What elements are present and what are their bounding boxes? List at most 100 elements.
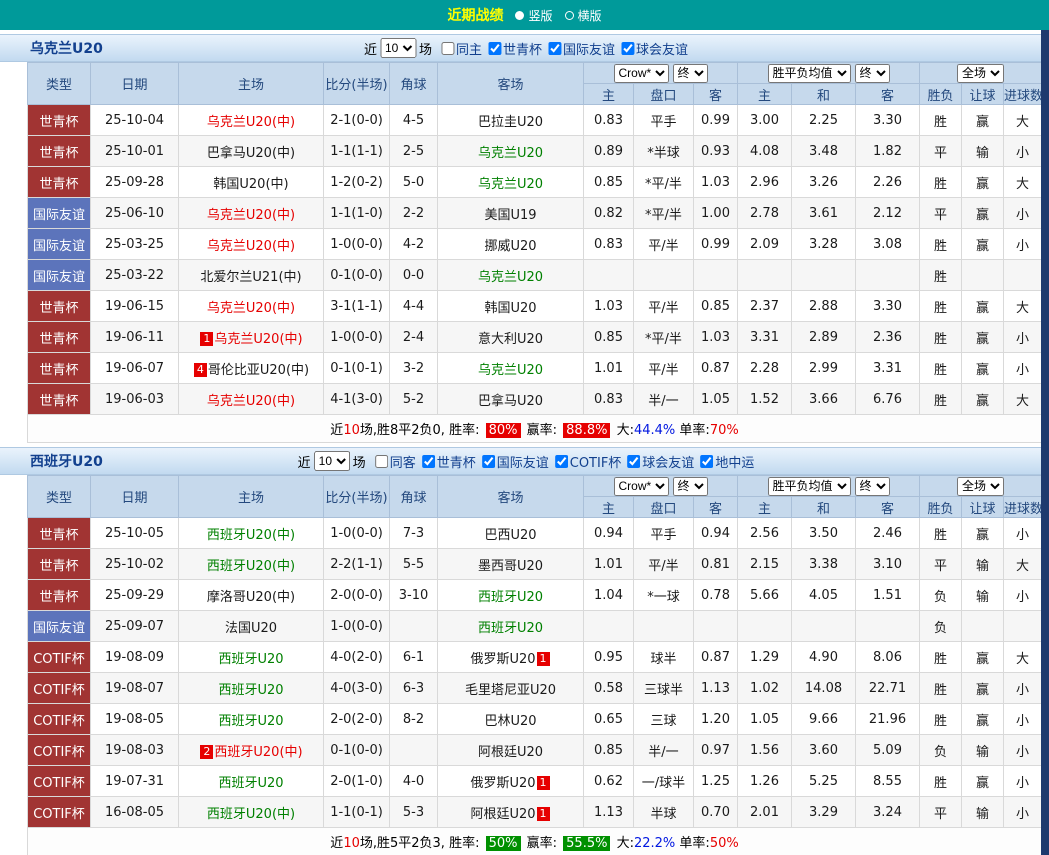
competition-filter[interactable]: 地中运 bbox=[700, 452, 754, 471]
europe-stage-select[interactable]: 终 bbox=[855, 64, 890, 83]
home-team-name[interactable]: 乌克兰U20(中) bbox=[207, 208, 295, 223]
odds-company-select[interactable]: Crow* bbox=[614, 64, 669, 83]
europe-odds-select[interactable]: 胜平负均值 bbox=[768, 64, 851, 83]
home-team-name[interactable]: 西班牙U20 bbox=[218, 776, 283, 791]
competition-filter-checkbox[interactable] bbox=[621, 42, 634, 55]
competition-filter-checkbox[interactable] bbox=[700, 455, 713, 468]
header-select-group: Crow*终 bbox=[584, 476, 738, 497]
competition-filter[interactable]: 国际友谊 bbox=[482, 452, 549, 471]
home-team-name[interactable]: 西班牙U20(中) bbox=[207, 528, 295, 543]
home-team-cell: 西班牙U20(中) bbox=[179, 797, 324, 828]
asian-odds-cell: 0.93 bbox=[694, 136, 738, 167]
asian-odds-cell: 1.03 bbox=[694, 322, 738, 353]
result-cell: 小 bbox=[1004, 229, 1042, 260]
home-team-cell: 巴拿马U20(中) bbox=[179, 136, 324, 167]
score-cell[interactable]: 0-1(0-1) bbox=[324, 353, 390, 384]
score-cell[interactable]: 0-1(0-0) bbox=[324, 260, 390, 291]
score-cell[interactable]: 1-2(0-2) bbox=[324, 167, 390, 198]
competition-cell: COTIF杯 bbox=[28, 642, 91, 673]
venue-filter-label: 同客 bbox=[390, 452, 416, 471]
competition-filter[interactable]: 世青杯 bbox=[488, 39, 542, 58]
match-count-select[interactable]: 10 bbox=[314, 451, 350, 471]
competition-filter-checkbox[interactable] bbox=[488, 42, 501, 55]
away-team-name[interactable]: 乌克兰U20 bbox=[478, 363, 543, 378]
date-cell: 19-08-03 bbox=[91, 735, 179, 766]
competition-filter[interactable]: 球会友谊 bbox=[627, 452, 694, 471]
home-team-name[interactable]: 乌克兰U20(中) bbox=[214, 332, 302, 347]
score-cell[interactable]: 2-1(0-0) bbox=[324, 105, 390, 136]
venue-filter-checkbox[interactable] bbox=[441, 42, 454, 55]
home-team-name[interactable]: 西班牙U20 bbox=[218, 683, 283, 698]
competition-filter-checkbox[interactable] bbox=[422, 455, 435, 468]
away-team-name[interactable]: 乌克兰U20 bbox=[478, 146, 543, 161]
odds-stage-select[interactable]: 终 bbox=[673, 64, 708, 83]
competition-filter[interactable]: COTIF杯 bbox=[555, 452, 622, 471]
right-scrollbar-strip[interactable] bbox=[1041, 30, 1049, 855]
score-cell[interactable]: 0-1(0-0) bbox=[324, 735, 390, 766]
score-cell[interactable]: 2-0(0-0) bbox=[324, 580, 390, 611]
home-team-name[interactable]: 西班牙U20(中) bbox=[207, 559, 295, 574]
match-count-select[interactable]: 10 bbox=[380, 38, 416, 58]
europe-odds-cell: 14.08 bbox=[792, 673, 856, 704]
away-team-name[interactable]: 乌克兰U20 bbox=[478, 177, 543, 192]
layout-radio-vertical[interactable]: 竖版 bbox=[515, 7, 552, 24]
competition-filter[interactable]: 球会友谊 bbox=[621, 39, 688, 58]
away-team-name[interactable]: 西班牙U20 bbox=[478, 621, 543, 636]
competition-filter-checkbox[interactable] bbox=[555, 455, 568, 468]
score-cell[interactable]: 2-0(1-0) bbox=[324, 766, 390, 797]
score-cell[interactable]: 1-0(0-0) bbox=[324, 322, 390, 353]
date-cell: 19-06-15 bbox=[91, 291, 179, 322]
score-cell[interactable]: 1-1(1-1) bbox=[324, 136, 390, 167]
summary-segment: 10 bbox=[343, 836, 360, 851]
venue-filter[interactable]: 同客 bbox=[375, 452, 416, 471]
score-cell[interactable]: 4-0(3-0) bbox=[324, 673, 390, 704]
home-team-name[interactable]: 西班牙U20(中) bbox=[207, 807, 295, 822]
home-team-name[interactable]: 西班牙U20(中) bbox=[214, 745, 302, 760]
europe-odds-select[interactable]: 胜平负均值 bbox=[768, 477, 851, 496]
home-team-name[interactable]: 西班牙U20 bbox=[218, 652, 283, 667]
home-team-name[interactable]: 乌克兰U20(中) bbox=[207, 239, 295, 254]
result-cell: 平 bbox=[920, 797, 962, 828]
europe-odds-cell: 3.60 bbox=[792, 735, 856, 766]
corner-cell: 7-3 bbox=[390, 518, 438, 549]
europe-stage-select[interactable]: 终 bbox=[855, 477, 890, 496]
sub-col-header: 客 bbox=[856, 84, 920, 105]
home-team-name: 哥伦比亚U20(中) bbox=[208, 363, 309, 378]
score-cell[interactable]: 2-0(2-0) bbox=[324, 704, 390, 735]
venue-filter[interactable]: 同主 bbox=[441, 39, 482, 58]
score-cell[interactable]: 4-0(2-0) bbox=[324, 642, 390, 673]
header-select-group: 全场 bbox=[920, 63, 1042, 84]
competition-filter-checkbox[interactable] bbox=[627, 455, 640, 468]
result-cell: 平 bbox=[920, 198, 962, 229]
score-cell[interactable]: 1-1(0-1) bbox=[324, 797, 390, 828]
home-team-name[interactable]: 乌克兰U20(中) bbox=[207, 115, 295, 130]
competition-filter[interactable]: 国际友谊 bbox=[548, 39, 615, 58]
score-cell[interactable]: 3-1(1-1) bbox=[324, 291, 390, 322]
away-team-cell: 毛里塔尼亚U20 bbox=[438, 673, 584, 704]
home-team-name[interactable]: 西班牙U20 bbox=[218, 714, 283, 729]
odds-stage-select[interactable]: 终 bbox=[673, 477, 708, 496]
away-team-name[interactable]: 乌克兰U20 bbox=[478, 270, 543, 285]
home-team-name[interactable]: 乌克兰U20(中) bbox=[207, 301, 295, 316]
score-cell[interactable]: 2-2(1-1) bbox=[324, 549, 390, 580]
competition-filter[interactable]: 世青杯 bbox=[422, 452, 476, 471]
score-cell[interactable]: 1-0(0-0) bbox=[324, 611, 390, 642]
scope-select[interactable]: 全场 bbox=[957, 64, 1004, 83]
score-cell[interactable]: 1-0(0-0) bbox=[324, 518, 390, 549]
score-cell[interactable]: 1-0(0-0) bbox=[324, 229, 390, 260]
corner-cell: 4-0 bbox=[390, 766, 438, 797]
competition-filter-checkbox[interactable] bbox=[482, 455, 495, 468]
layout-radio-horizontal[interactable]: 横版 bbox=[565, 7, 602, 24]
away-team-cell: 巴林U20 bbox=[438, 704, 584, 735]
scope-select[interactable]: 全场 bbox=[957, 477, 1004, 496]
odds-company-select[interactable]: Crow* bbox=[614, 477, 669, 496]
home-team-name[interactable]: 乌克兰U20(中) bbox=[207, 394, 295, 409]
venue-filter-checkbox[interactable] bbox=[375, 455, 388, 468]
score-cell[interactable]: 4-1(3-0) bbox=[324, 384, 390, 415]
competition-filter-label: 国际友谊 bbox=[497, 452, 549, 471]
result-cell bbox=[962, 260, 1004, 291]
score-cell[interactable]: 1-1(1-0) bbox=[324, 198, 390, 229]
competition-filter-checkbox[interactable] bbox=[548, 42, 561, 55]
result-cell: 赢 bbox=[962, 291, 1004, 322]
away-team-name[interactable]: 西班牙U20 bbox=[478, 590, 543, 605]
